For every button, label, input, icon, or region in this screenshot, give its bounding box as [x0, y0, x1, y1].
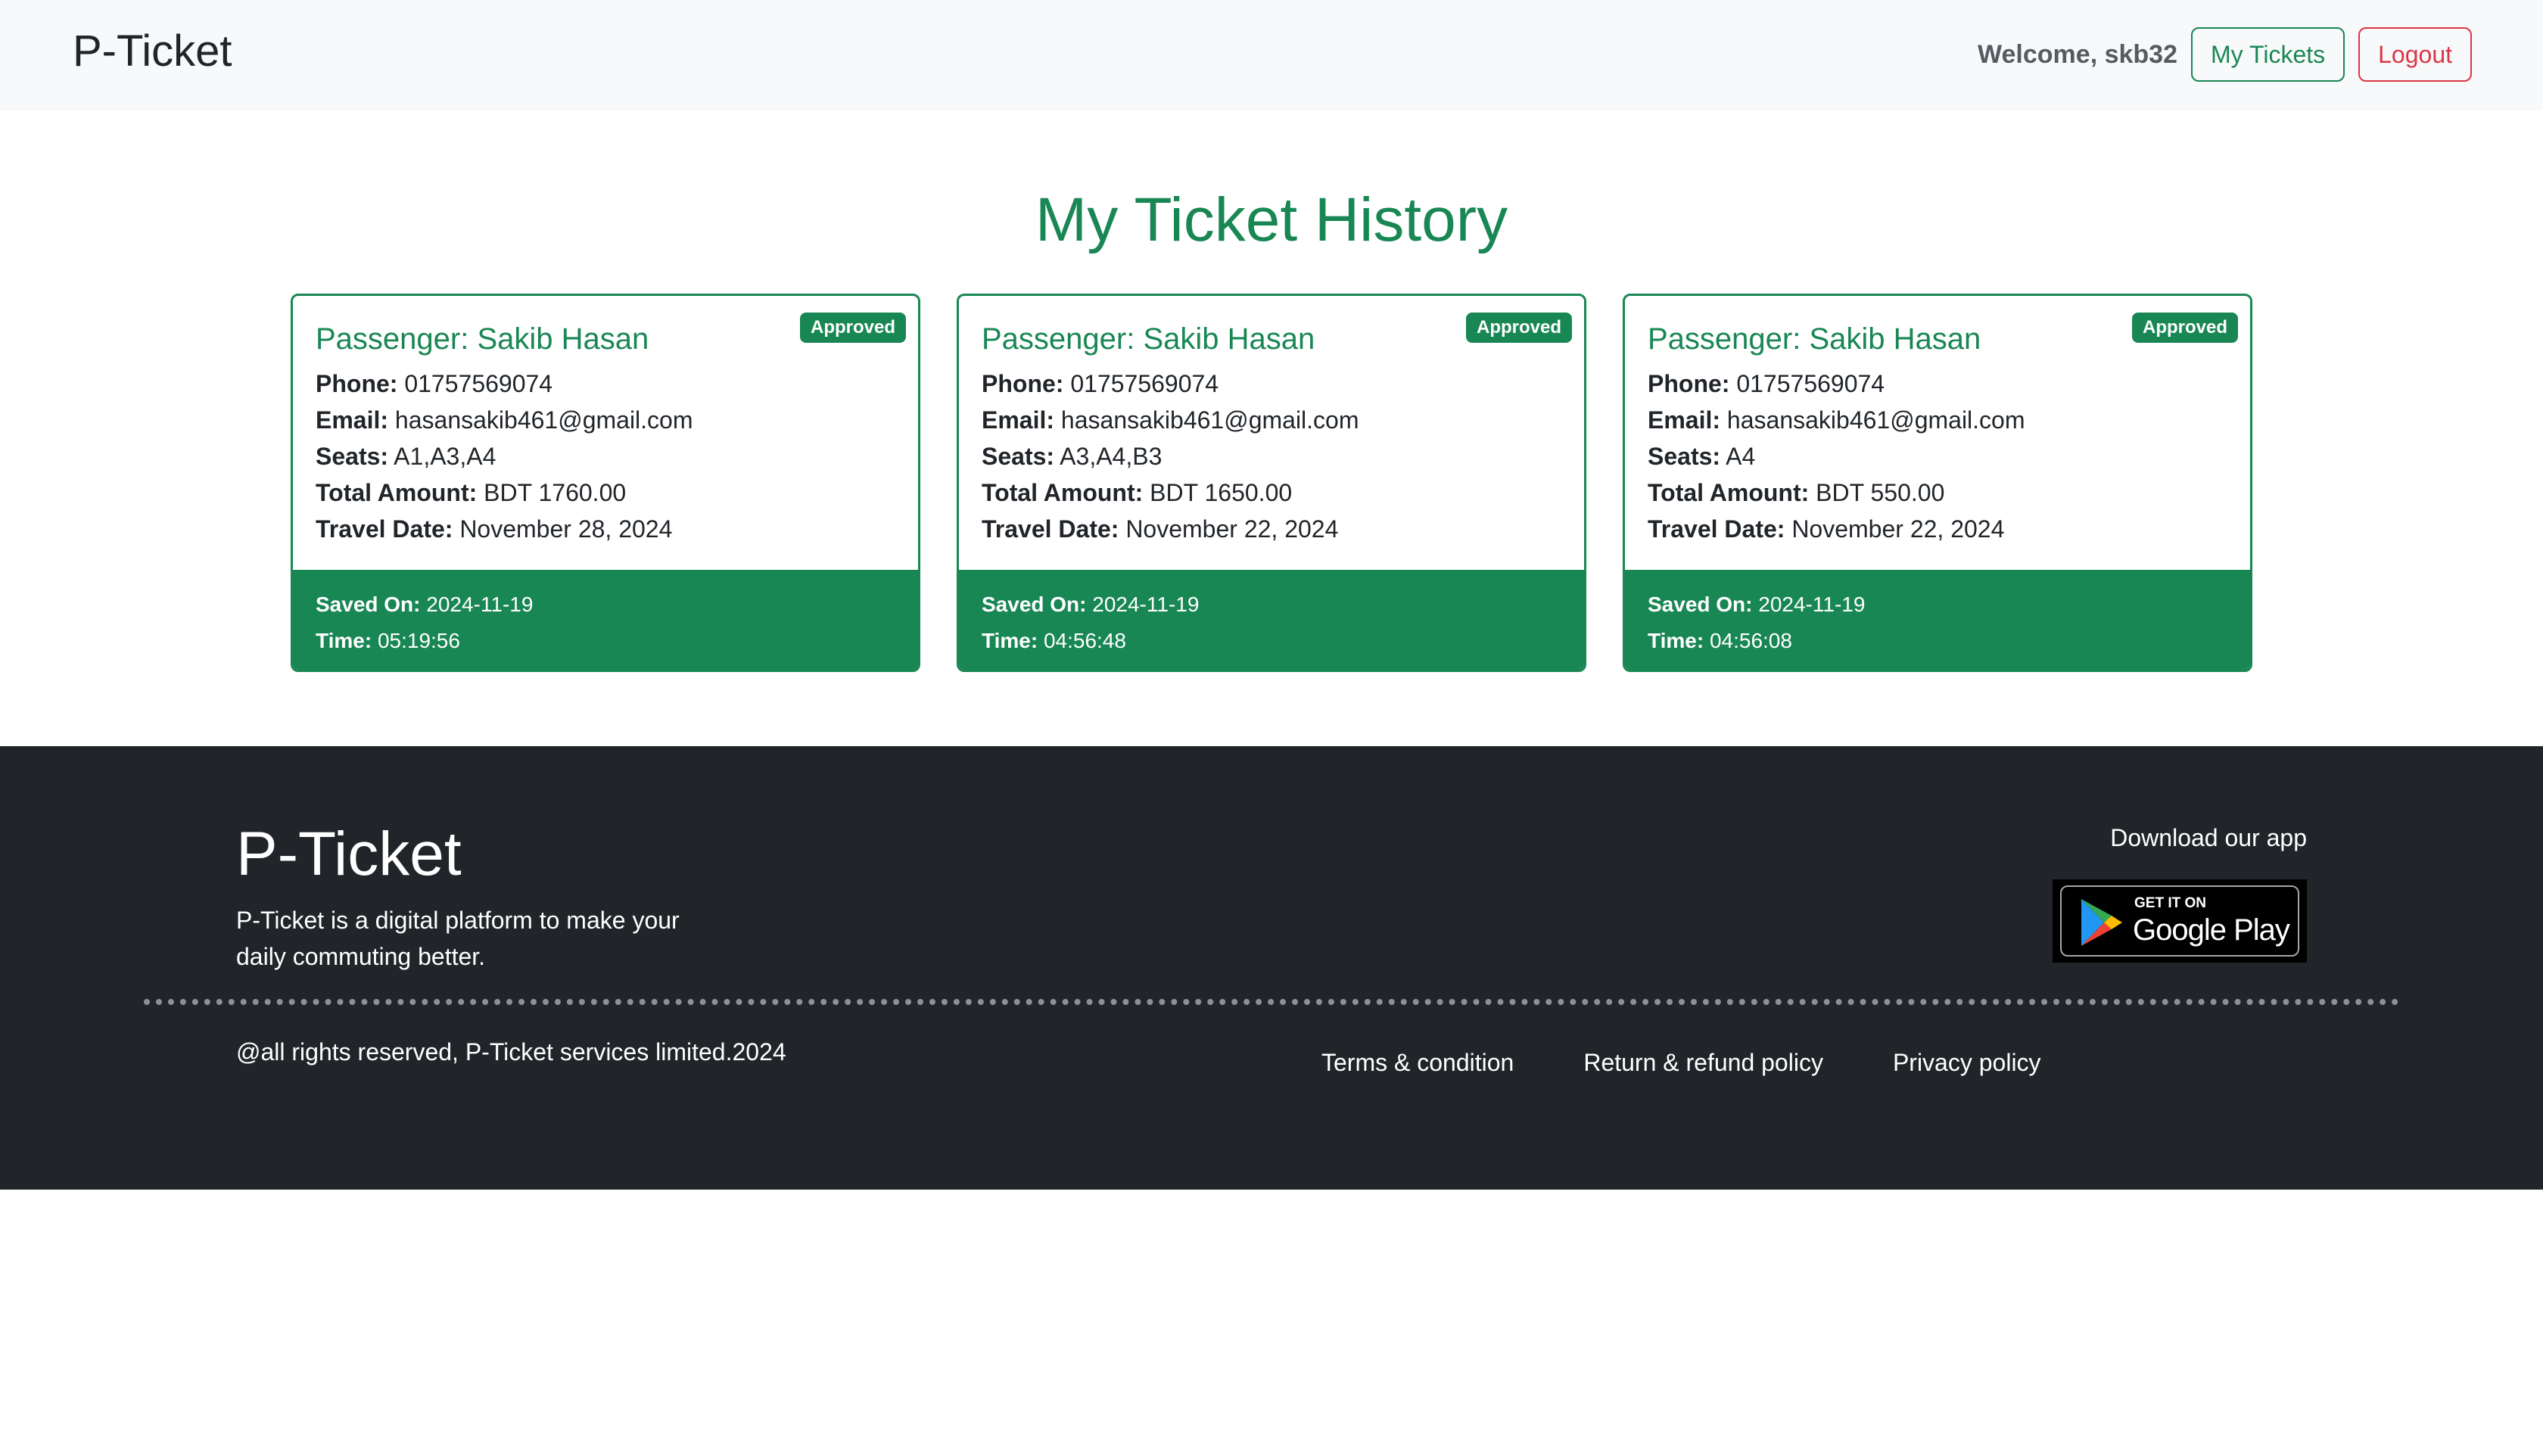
travel-date-row: Travel Date: November 22, 2024 [982, 511, 1561, 547]
travel-date-label: Travel Date: [1648, 515, 1785, 543]
phone-row: Phone: 01757569074 [316, 366, 895, 402]
status-badge: Approved [1465, 313, 1572, 343]
footer-links: Terms & condition Return & refund policy… [1321, 1044, 2041, 1081]
ticket-card-footer: Saved On: 2024-11-19 Time: 05:19:56 [293, 570, 918, 670]
travel-date-value: November 22, 2024 [1125, 515, 1339, 543]
saved-on-value: 2024-11-19 [426, 593, 534, 616]
google-play-small-text: GET IT ON [2134, 895, 2206, 911]
status-badge: Approved [799, 313, 906, 343]
total-amount-label: Total Amount: [316, 479, 478, 506]
ticket-list: Approved Passenger: Sakib Hasan Phone: 0… [291, 294, 2252, 674]
email-label: Email: [982, 406, 1055, 434]
saved-on-value: 2024-11-19 [1758, 593, 1866, 616]
total-amount-label: Total Amount: [982, 479, 1144, 506]
download-app-text: Download our app [2110, 824, 2307, 851]
phone-value: 01757569074 [1736, 370, 1885, 397]
seats-row: Seats: A4 [1648, 438, 2227, 474]
seats-label: Seats: [982, 443, 1055, 470]
seats-label: Seats: [1648, 443, 1721, 470]
logout-button[interactable]: Logout [2358, 27, 2472, 82]
travel-date-value: November 28, 2024 [459, 515, 673, 543]
email-value: hasansakib461@gmail.com [394, 406, 693, 434]
travel-date-label: Travel Date: [982, 515, 1119, 543]
saved-on-value: 2024-11-19 [1092, 593, 1200, 616]
email-value: hasansakib461@gmail.com [1726, 406, 2025, 434]
footer-divider [144, 999, 2399, 1005]
google-play-badge-frame: GET IT ON Google Play [2060, 885, 2299, 957]
saved-on-row: Saved On: 2024-11-19 [316, 586, 895, 623]
google-play-badge[interactable]: GET IT ON Google Play [2053, 879, 2307, 963]
email-label: Email: [1648, 406, 1721, 434]
ticket-card-footer: Saved On: 2024-11-19 Time: 04:56:48 [959, 570, 1584, 670]
total-amount-label: Total Amount: [1648, 479, 1810, 506]
my-tickets-button[interactable]: My Tickets [2191, 27, 2345, 82]
time-row: Time: 04:56:48 [982, 623, 1561, 659]
terms-link[interactable]: Terms & condition [1321, 1044, 1514, 1081]
email-row: Email: hasansakib461@gmail.com [982, 402, 1561, 438]
phone-label: Phone: [316, 370, 398, 397]
seats-label: Seats: [316, 443, 389, 470]
privacy-policy-link[interactable]: Privacy policy [1893, 1044, 2041, 1081]
seats-value: A1,A3,A4 [394, 443, 496, 470]
status-badge: Approved [2131, 313, 2238, 343]
seats-row: Seats: A1,A3,A4 [316, 438, 895, 474]
copyright-text: @all rights reserved, P-Ticket services … [236, 1038, 786, 1066]
phone-value: 01757569074 [404, 370, 553, 397]
saved-on-row: Saved On: 2024-11-19 [1648, 586, 2227, 623]
page-title: My Ticket History [1035, 185, 1508, 254]
navbar-actions: Welcome, skb32 My Tickets Logout [1978, 26, 2472, 83]
saved-on-label: Saved On: [1648, 593, 1753, 616]
saved-on-label: Saved On: [982, 593, 1087, 616]
seats-value: A4 [1726, 443, 1756, 470]
time-label: Time: [982, 629, 1038, 652]
site-footer: P-Ticket P-Ticket is a digital platform … [0, 746, 2543, 1190]
email-value: hasansakib461@gmail.com [1060, 406, 1359, 434]
time-value: 04:56:08 [1709, 629, 1792, 652]
navbar-brand[interactable]: P-Ticket [73, 21, 232, 82]
total-amount-value: BDT 1760.00 [484, 479, 627, 506]
travel-date-value: November 22, 2024 [1791, 515, 2005, 543]
ticket-card-footer: Saved On: 2024-11-19 Time: 04:56:08 [1625, 570, 2250, 670]
navbar: P-Ticket Welcome, skb32 My Tickets Logou… [0, 0, 2543, 110]
time-value: 04:56:48 [1043, 629, 1126, 652]
ticket-card-body: Approved Passenger: Sakib Hasan Phone: 0… [293, 296, 918, 574]
phone-row: Phone: 01757569074 [982, 366, 1561, 402]
google-play-big-text: Google Play [2133, 913, 2290, 947]
footer-brand: P-Ticket [236, 820, 462, 888]
footer-tagline: P-Ticket is a digital platform to make y… [236, 907, 680, 970]
total-amount-row: Total Amount: BDT 550.00 [1648, 474, 2227, 511]
time-row: Time: 05:19:56 [316, 623, 895, 659]
total-amount-row: Total Amount: BDT 1650.00 [982, 474, 1561, 511]
seats-row: Seats: A3,A4,B3 [982, 438, 1561, 474]
total-amount-value: BDT 550.00 [1816, 479, 1945, 506]
phone-label: Phone: [1648, 370, 1730, 397]
welcome-text: Welcome, skb32 [1978, 39, 2177, 69]
phone-label: Phone: [982, 370, 1064, 397]
travel-date-row: Travel Date: November 28, 2024 [316, 511, 895, 547]
ticket-card: Approved Passenger: Sakib Hasan Phone: 0… [957, 294, 1586, 672]
email-row: Email: hasansakib461@gmail.com [1648, 402, 2227, 438]
ticket-card: Approved Passenger: Sakib Hasan Phone: 0… [1623, 294, 2252, 672]
time-label: Time: [316, 629, 372, 652]
saved-on-label: Saved On: [316, 593, 421, 616]
ticket-card-body: Approved Passenger: Sakib Hasan Phone: 0… [1625, 296, 2250, 574]
time-row: Time: 04:56:08 [1648, 623, 2227, 659]
time-label: Time: [1648, 629, 1704, 652]
travel-date-row: Travel Date: November 22, 2024 [1648, 511, 2227, 547]
phone-row: Phone: 01757569074 [1648, 366, 2227, 402]
total-amount-value: BDT 1650.00 [1150, 479, 1293, 506]
phone-value: 01757569074 [1070, 370, 1219, 397]
ticket-card: Approved Passenger: Sakib Hasan Phone: 0… [291, 294, 920, 672]
ticket-card-body: Approved Passenger: Sakib Hasan Phone: 0… [959, 296, 1584, 574]
google-play-icon [2081, 899, 2122, 946]
travel-date-label: Travel Date: [316, 515, 453, 543]
total-amount-row: Total Amount: BDT 1760.00 [316, 474, 895, 511]
email-row: Email: hasansakib461@gmail.com [316, 402, 895, 438]
email-label: Email: [316, 406, 389, 434]
seats-value: A3,A4,B3 [1060, 443, 1163, 470]
saved-on-row: Saved On: 2024-11-19 [982, 586, 1561, 623]
time-value: 05:19:56 [377, 629, 460, 652]
refund-policy-link[interactable]: Return & refund policy [1583, 1044, 1823, 1081]
